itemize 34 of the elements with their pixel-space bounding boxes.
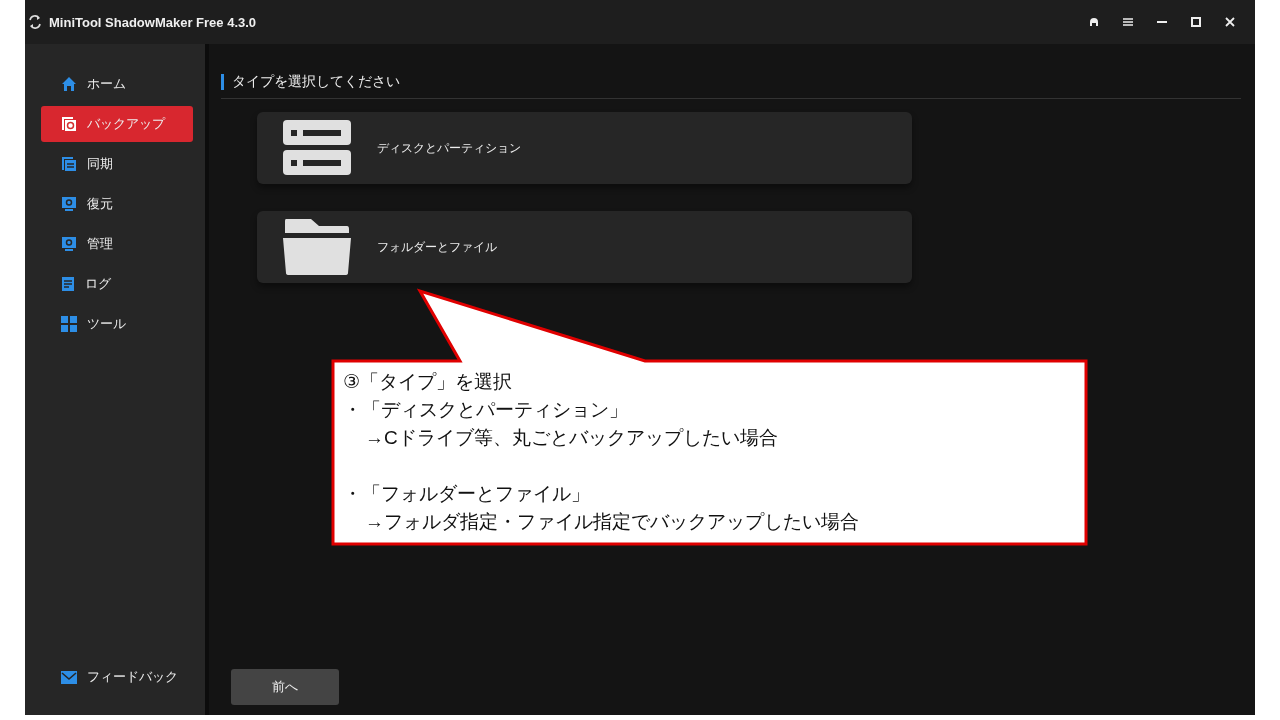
server-icon: [283, 120, 351, 176]
home-icon: [61, 76, 77, 92]
mail-icon: [61, 670, 77, 684]
sidebar-item[interactable]: バックアップ: [41, 106, 193, 142]
feedback-link[interactable]: フィードバック: [41, 659, 193, 695]
maximize-icon[interactable]: [1191, 17, 1201, 27]
backup-type-card[interactable]: フォルダーとファイル: [257, 211, 912, 283]
callout-detail: →フォルダ指定・ファイル指定でバックアップしたい場合: [364, 510, 859, 534]
backup-icon: [61, 116, 77, 132]
heading-accent: [221, 74, 224, 90]
callout-bullet: ・「フォルダーとファイル」: [343, 482, 591, 506]
callout-detail: →Cドライブ等、丸ごとバックアップしたい場合: [364, 426, 779, 450]
sync-icon: [61, 156, 77, 172]
backup-type-card[interactable]: ディスクとパーティション: [257, 112, 912, 184]
sidebar-item[interactable]: ホーム: [41, 66, 193, 102]
menu-icon[interactable]: [1123, 17, 1133, 27]
sidebar-item[interactable]: ログ: [41, 266, 193, 302]
grid-icon: [61, 316, 77, 332]
monitor-icon: [61, 196, 77, 212]
sidebar-item[interactable]: 復元: [41, 186, 193, 222]
headset-icon[interactable]: [1089, 17, 1099, 27]
folder-icon: [283, 219, 351, 275]
sidebar-item[interactable]: ツール: [41, 306, 193, 342]
monitor-icon: [61, 236, 77, 252]
window-title: MiniTool ShadowMaker Free 4.3.0: [49, 14, 257, 30]
close-icon[interactable]: [1225, 17, 1235, 27]
callout-title: ③「タイプ」を選択: [343, 370, 514, 394]
sidebar-item[interactable]: 同期: [41, 146, 193, 182]
sidebar-item[interactable]: 管理: [41, 226, 193, 262]
section-heading: タイプを選択してください: [232, 73, 400, 91]
log-icon: [61, 276, 75, 292]
logo-icon: [27, 14, 43, 30]
back-button[interactable]: 前へ: [231, 669, 339, 705]
callout-bullet: ・「ディスクとパーティション」: [343, 398, 629, 422]
